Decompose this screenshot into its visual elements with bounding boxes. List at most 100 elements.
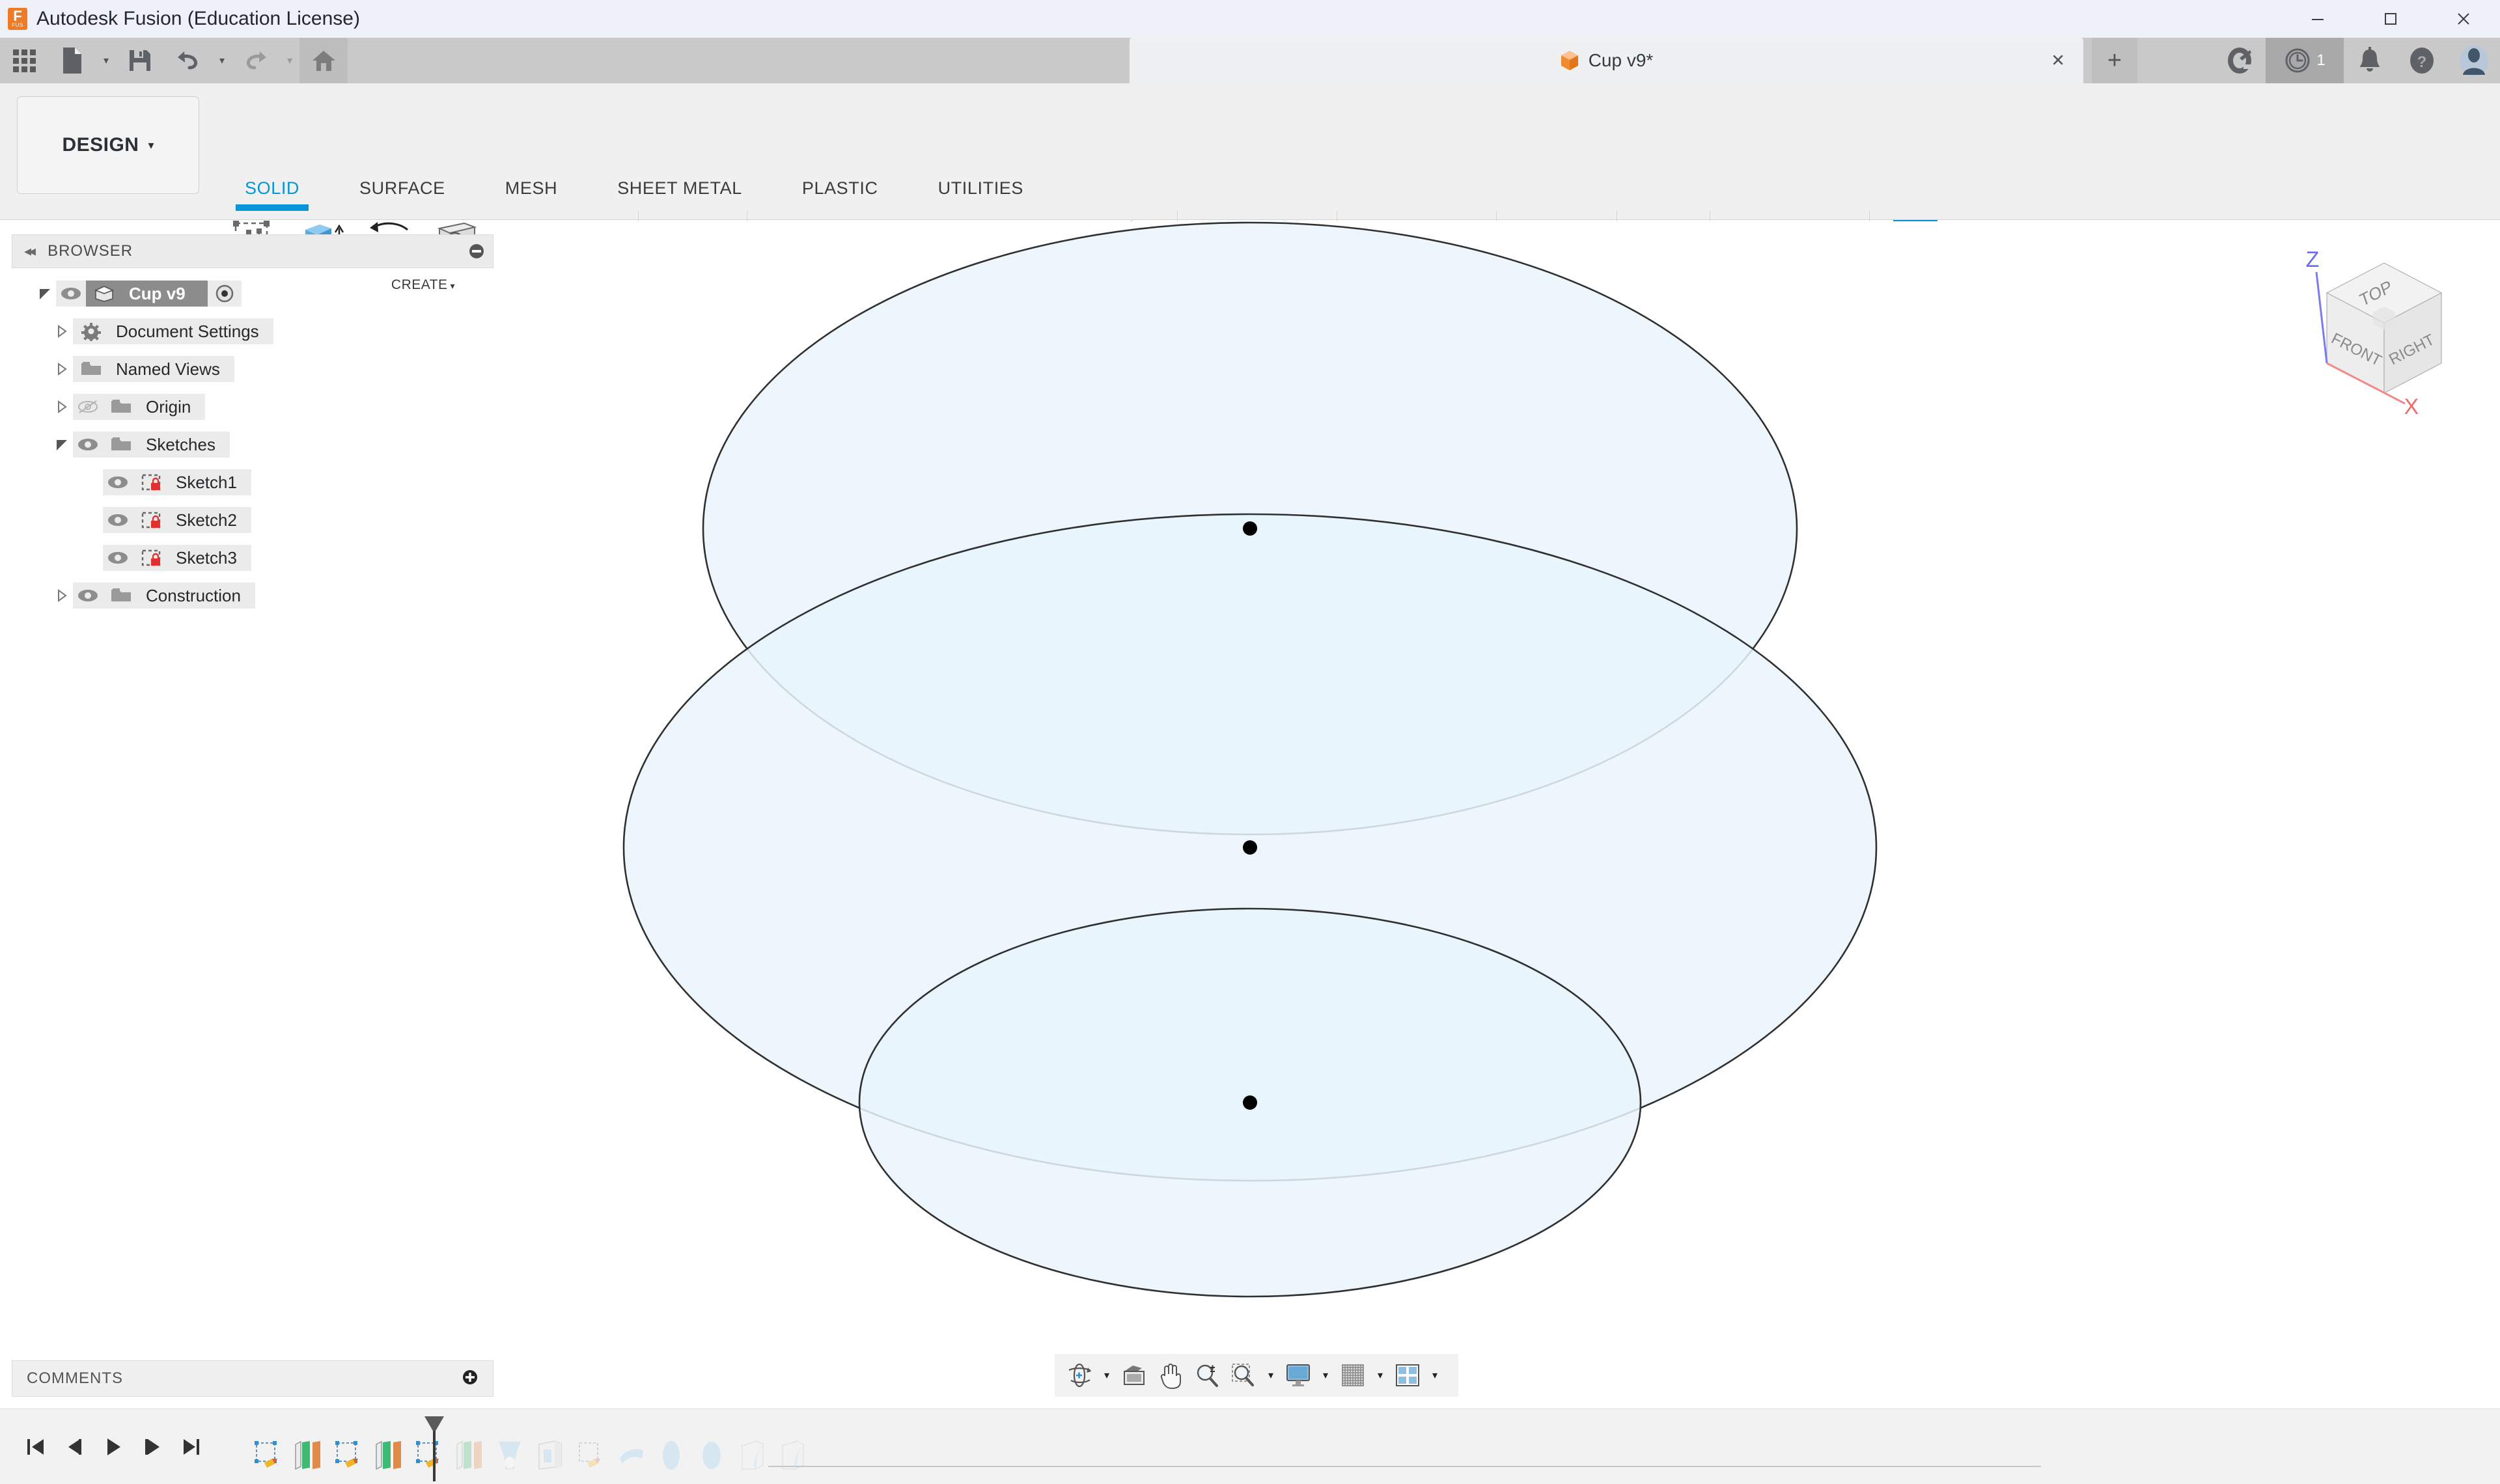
- redo-icon[interactable]: [232, 38, 280, 83]
- app-grid-icon[interactable]: [0, 38, 48, 83]
- expand-arrow-icon[interactable]: [51, 584, 73, 607]
- new-file-icon[interactable]: [48, 38, 96, 83]
- undo-icon[interactable]: [164, 38, 212, 83]
- sketch-center-point-3[interactable]: [1243, 1095, 1257, 1110]
- pan-icon[interactable]: [1152, 1354, 1189, 1397]
- redo-caret-icon[interactable]: ▾: [280, 38, 299, 83]
- grid-snaps-caret-icon[interactable]: ▾: [1371, 1354, 1389, 1397]
- folder-icon: [103, 394, 139, 420]
- timeline-sketch-1[interactable]: [247, 1433, 288, 1478]
- timeline-revolve-12[interactable]: [691, 1433, 732, 1478]
- timeline-plane-4[interactable]: [368, 1433, 409, 1478]
- timeline-marker[interactable]: [423, 1416, 445, 1481]
- timeline-plane-6[interactable]: [449, 1433, 490, 1478]
- timeline-fillet-14[interactable]: [772, 1433, 812, 1478]
- activate-component-radio[interactable]: [207, 281, 242, 307]
- timeline-fillet-13[interactable]: [732, 1433, 772, 1478]
- undo-caret-icon[interactable]: ▾: [212, 38, 232, 83]
- view-cube-axis-x: X: [2404, 394, 2419, 419]
- header-icon-group: 1 ?: [2214, 38, 2500, 83]
- collapse-left-icon[interactable]: ◂◂: [24, 243, 36, 260]
- browser-title: BROWSER: [48, 242, 133, 260]
- tree-item-label: Origin: [139, 394, 206, 420]
- look-at-icon[interactable]: [1116, 1354, 1152, 1397]
- zoom-window-icon[interactable]: [1225, 1354, 1262, 1397]
- timeline-sketch-9[interactable]: [570, 1433, 611, 1478]
- tree-item-sketch3[interactable]: Sketch3: [12, 539, 493, 577]
- app-title: Autodesk Fusion (Education License): [36, 8, 360, 29]
- tree-item-construction[interactable]: Construction: [12, 577, 493, 614]
- expand-arrow-icon[interactable]: [51, 396, 73, 418]
- new-tab-button[interactable]: +: [2092, 38, 2137, 83]
- play-back-icon[interactable]: [94, 1424, 133, 1470]
- timeline-plane-2[interactable]: [288, 1433, 328, 1478]
- sketch-center-point-1[interactable]: [1243, 521, 1257, 536]
- display-settings-icon[interactable]: [1280, 1354, 1316, 1397]
- timeline-sweep-10[interactable]: [611, 1433, 651, 1478]
- extensions-icon[interactable]: [2214, 38, 2266, 83]
- expand-arrow-icon[interactable]: [34, 282, 56, 305]
- timeline-sketch-3[interactable]: [328, 1433, 368, 1478]
- orbit-icon[interactable]: [1061, 1354, 1098, 1397]
- minimize-button[interactable]: [2281, 0, 2354, 38]
- minimize-panel-icon[interactable]: [468, 243, 485, 260]
- timeline-revolve-11[interactable]: [651, 1433, 691, 1478]
- expand-arrow-icon[interactable]: [51, 433, 73, 456]
- visibility-eye-icon[interactable]: [73, 583, 103, 609]
- tree-item-origin[interactable]: Origin: [12, 388, 493, 426]
- visibility-eye-icon[interactable]: [56, 281, 86, 307]
- expand-arrow-icon[interactable]: [51, 358, 73, 380]
- visibility-eye-icon[interactable]: [103, 545, 133, 571]
- step-back-icon[interactable]: [55, 1424, 94, 1470]
- orbit-caret-icon[interactable]: ▾: [1098, 1354, 1116, 1397]
- account-avatar-icon[interactable]: [2448, 38, 2500, 83]
- grid-snaps-icon[interactable]: [1335, 1354, 1371, 1397]
- visibility-eye-icon[interactable]: [73, 432, 103, 458]
- tab-utilities[interactable]: UTILITIES: [908, 178, 1053, 200]
- viewports-caret-icon[interactable]: ▾: [1426, 1354, 1444, 1397]
- maximize-button[interactable]: [2354, 0, 2427, 38]
- timeline-loft-7[interactable]: [490, 1433, 530, 1478]
- new-file-caret-icon[interactable]: ▾: [96, 38, 116, 83]
- visibility-eye-icon[interactable]: [103, 507, 133, 533]
- job-status-icon[interactable]: 1: [2266, 38, 2344, 83]
- tree-item-named-views[interactable]: Named Views: [12, 350, 493, 388]
- app-logo-icon: F FUS: [8, 8, 27, 30]
- tab-plastic[interactable]: PLASTIC: [772, 178, 908, 200]
- timeline-shell-8[interactable]: [530, 1433, 570, 1478]
- visibility-hidden-eye-icon[interactable]: [73, 394, 103, 420]
- viewports-icon[interactable]: [1389, 1354, 1426, 1397]
- go-to-end-icon[interactable]: [172, 1424, 211, 1470]
- view-cube[interactable]: TOP FRONT RIGHT Z X: [2286, 245, 2482, 420]
- add-comment-icon[interactable]: [462, 1369, 479, 1389]
- zoom-window-caret-icon[interactable]: ▾: [1262, 1354, 1280, 1397]
- tree-item-sketch2[interactable]: Sketch2: [12, 501, 493, 539]
- workspace-selector[interactable]: DESIGN ▾: [17, 96, 199, 194]
- bell-icon[interactable]: [2344, 38, 2396, 83]
- visibility-eye-icon[interactable]: [103, 469, 133, 495]
- document-tab[interactable]: Cup v9* ✕: [1130, 38, 2083, 83]
- tree-item-sketches[interactable]: Sketches: [12, 426, 493, 463]
- tree-item-cup-v9[interactable]: Cup v9: [12, 275, 493, 312]
- document-tab-close-icon[interactable]: ✕: [2051, 51, 2065, 71]
- display-settings-caret-icon[interactable]: ▾: [1316, 1354, 1335, 1397]
- tab-surface[interactable]: SURFACE: [329, 178, 475, 200]
- tab-sheet-metal[interactable]: SHEET METAL: [587, 178, 772, 200]
- tree-item-label: Sketch2: [169, 507, 251, 533]
- sketch-center-point-2[interactable]: [1243, 840, 1257, 855]
- help-icon[interactable]: ?: [2396, 38, 2448, 83]
- close-button[interactable]: [2427, 0, 2500, 38]
- comments-panel[interactable]: COMMENTS: [12, 1360, 493, 1397]
- home-icon[interactable]: [299, 38, 348, 83]
- tree-item-sketch1[interactable]: Sketch1: [12, 463, 493, 501]
- expand-arrow-icon[interactable]: [51, 320, 73, 342]
- zoom-icon[interactable]: [1189, 1354, 1225, 1397]
- tree-item-document-settings[interactable]: Document Settings: [12, 312, 493, 350]
- go-to-beginning-icon[interactable]: [16, 1424, 55, 1470]
- tab-mesh[interactable]: MESH: [475, 178, 587, 200]
- step-forward-icon[interactable]: [133, 1424, 172, 1470]
- save-icon[interactable]: [116, 38, 164, 83]
- tab-solid[interactable]: SOLID: [215, 178, 329, 200]
- navigation-bar: ▾ ▾ ▾ ▾ ▾: [1055, 1354, 1458, 1397]
- viewport-canvas[interactable]: TOP FRONT RIGHT Z X: [495, 221, 2500, 1354]
